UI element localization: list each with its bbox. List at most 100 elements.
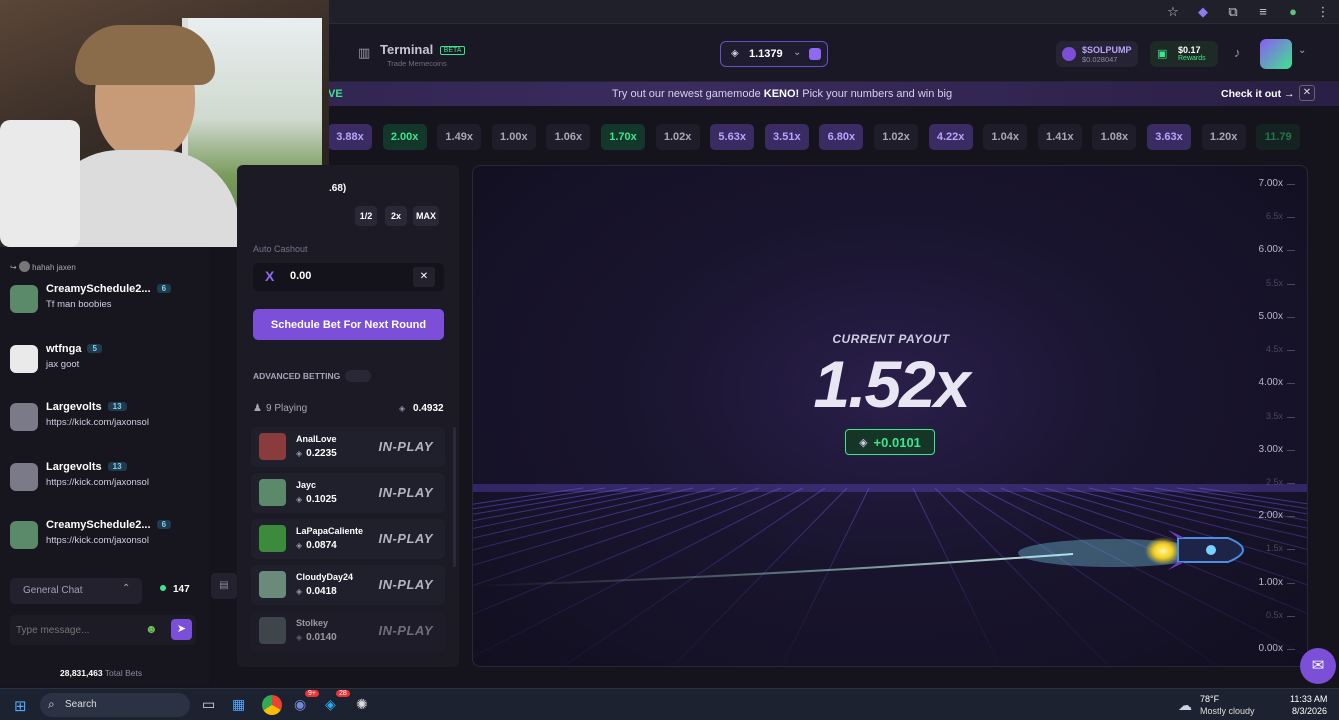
avatar[interactable] [10,285,38,313]
y-axis-tick-mark [1287,283,1295,285]
channel-name: General Chat [23,585,83,596]
live-indicator: VE [328,88,343,100]
menu-dots-icon[interactable]: ⋮ [1315,4,1331,20]
half-bet-button[interactable]: 1/2 [355,206,377,226]
double-bet-button[interactable]: 2x [385,206,407,226]
player-status: IN-PLAY [378,577,433,592]
level-badge: 6 [156,520,172,529]
y-axis-tick: 1.5x [1265,543,1283,554]
history-multiplier: 1.08x [1092,124,1137,150]
auto-cashout-field[interactable]: X 0.00 ✕ [253,263,444,291]
channel-select[interactable]: General Chat ⌃ [10,578,142,604]
avatar [259,433,286,460]
clock-date[interactable]: 8/3/2026 [1292,706,1327,716]
total-bets-label: Total Bets [104,668,143,678]
discord-icon[interactable]: ◉ [294,696,306,713]
chat-toggle-icon[interactable]: ▤ [211,573,237,599]
player-name: AnalLove [296,434,337,444]
grid-line-vertical [1198,487,1307,505]
support-chat-icon[interactable]: ✉ [1300,648,1336,684]
chat-username-text: Largevolts [46,461,102,473]
online-count: 147 [173,584,190,595]
chat-username[interactable]: CreamySchedule2... 6 [46,283,172,295]
taskbar-search[interactable]: ⌕ Search [40,693,190,717]
puzzle-icon[interactable]: ⧉ [1225,4,1241,20]
bell-icon[interactable]: ♪ [1234,45,1241,60]
banner-text-pre: Try out our newest gamemode [611,88,764,100]
avatar[interactable] [10,345,38,373]
y-axis-tick-mark [1287,383,1295,385]
chrome-icon[interactable] [262,695,282,715]
chat-input[interactable] [16,621,136,639]
chat-username[interactable]: CreamySchedule2... 6 [46,519,172,531]
player-name: LaPapaCaliente [296,526,364,536]
level-badge: 5 [87,344,102,353]
user-avatar[interactable] [1260,39,1292,69]
check-it-out-link[interactable]: Check it out → [1221,88,1295,100]
media-icon[interactable]: ≡ [1255,4,1271,20]
schedule-bet-button[interactable]: Schedule Bet For Next Round [253,309,444,340]
level-badge: 6 [156,284,172,293]
balance-selector[interactable]: ◈ 1.1379 ⌄ [720,41,828,67]
y-axis-tick: 4.5x [1265,344,1283,355]
store-icon[interactable]: ▦ [232,696,245,713]
chat-username[interactable]: Largevolts 13 [46,461,127,473]
avatar[interactable] [10,463,38,491]
player-bet-amount: 0.0874 [306,540,337,551]
chat-username[interactable]: wtfnga 5 [46,343,102,355]
telegram-icon[interactable]: ◈ [325,696,336,713]
chat-username[interactable]: Largevolts 13 [46,401,127,413]
rewards-pill[interactable]: ▣ $0.17 Rewards [1150,41,1218,67]
sol-icon: ◈ [296,587,303,596]
bet-amount-fragment: .68) [329,183,347,194]
windows-start-icon[interactable]: ⊞ [14,697,27,715]
chat-message-text: https://kick.com/jaxonsol [46,417,149,428]
max-bet-button[interactable]: MAX [413,206,439,226]
history-multiplier: 5.63x [710,124,755,150]
avatar[interactable] [10,403,38,431]
beta-badge: BETA [439,46,466,55]
avatar [259,479,286,506]
y-axis-tick-mark [1287,582,1295,584]
advanced-toggle[interactable] [345,370,371,382]
token-price: $0.028047 [1082,55,1118,64]
player-name: CloudyDay24 [296,572,354,582]
history-multiplier: 1.00x [491,124,536,150]
app-icon[interactable]: ✺ [356,696,368,713]
player-bet: ◈ 0.0140 [296,632,337,643]
flight-trail [473,553,1074,587]
y-axis-tick: 5.5x [1265,277,1283,288]
player-bet: ◈ 0.0874 [296,540,337,551]
token-price-pill[interactable]: $SOLPUMP $0.028047 [1056,41,1138,67]
chevron-down-icon[interactable]: ⌄ [1298,45,1306,56]
avatar[interactable] [10,521,38,549]
y-axis-tick: 2.00x [1258,510,1283,522]
player-list-scrollbar[interactable] [453,427,456,567]
profile-icon[interactable]: ● [1285,4,1301,20]
chat-input-box: ☻ ➤ [10,615,196,645]
y-axis-tick-mark [1287,350,1295,352]
player-bet-amount: 0.0418 [306,586,337,597]
close-icon[interactable]: ✕ [1299,85,1315,101]
grid-line-vertical [473,487,804,658]
balance-value: 1.1379 [749,48,783,60]
player-bet: ◈ 0.2235 [296,448,337,459]
weather-desc: Mostly cloudy [1200,706,1255,716]
send-icon[interactable]: ➤ [171,619,192,640]
extension-icon[interactable]: ◆ [1195,4,1211,20]
grid-line-vertical [912,487,1001,666]
chat-panel: ↪ hahah jaxen CreamySchedule2... 6 Tf man … [0,247,209,687]
cloud-icon: ☁ [1178,697,1192,713]
telegram-badge: 28 [336,690,350,697]
y-axis-tick: 6.00x [1258,244,1283,256]
chat-message-text: jax goot [46,359,80,370]
terminal-link[interactable]: Terminal BETA Trade Memecoins [380,41,466,68]
chat-message: wtfnga 5 jax goot [10,339,205,389]
y-axis-tick: 0.00x [1258,643,1283,654]
emote-icon[interactable]: ☻ [145,622,158,636]
y-axis-tick-mark [1287,449,1295,451]
clock-time[interactable]: 11:33 AM [1290,694,1327,704]
clear-cashout-icon[interactable]: ✕ [413,267,435,287]
task-view-icon[interactable]: ▭ [202,696,215,713]
bookmark-star-icon[interactable]: ☆ [1165,4,1181,20]
